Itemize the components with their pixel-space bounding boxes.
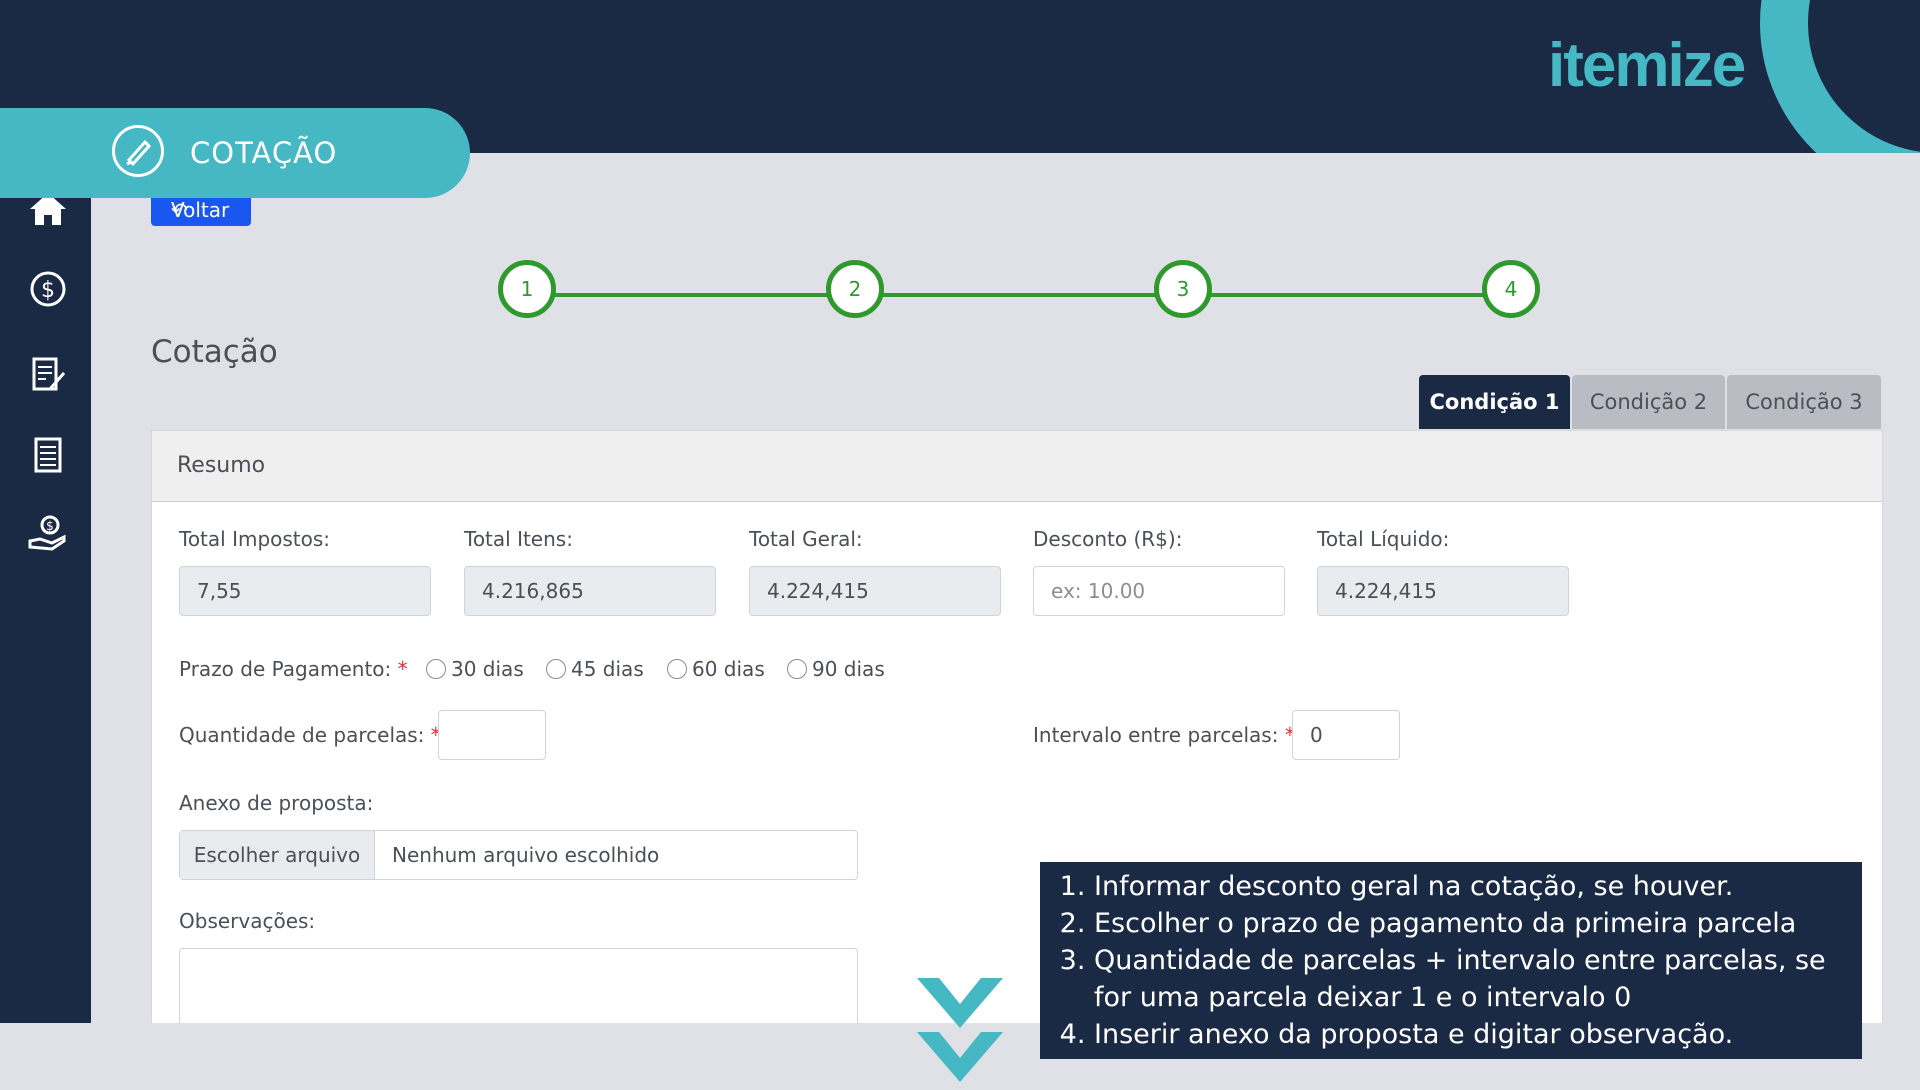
total-liquido-field: 4.224,415 [1317, 566, 1569, 616]
choose-file-button[interactable]: Escolher arquivo [180, 831, 375, 879]
file-status: Nenhum arquivo escolhido [392, 843, 660, 867]
instructions-panel: Informar desconto geral na cotação, se h… [1040, 862, 1862, 1059]
pen-icon [112, 125, 164, 177]
prazo-option-60[interactable]: 60 dias [667, 657, 765, 681]
chevron-down-icon [917, 1032, 1003, 1082]
anexo-file-input[interactable]: Escolher arquivo Nenhum arquivo escolhid… [179, 830, 858, 880]
radio-circle[interactable] [546, 659, 566, 679]
tab-condicao-1[interactable]: Condição 1 [1419, 375, 1570, 429]
chevron-down-icon [917, 978, 1003, 1028]
prazo-label-text: Prazo de Pagamento: [179, 657, 392, 681]
svg-text:$: $ [41, 278, 55, 303]
radio-circle[interactable] [787, 659, 807, 679]
card-header: Resumo [152, 431, 1882, 502]
dollar-icon[interactable]: $ [26, 267, 70, 311]
document-list-icon[interactable] [26, 433, 70, 477]
tab-condicao-3[interactable]: Condição 3 [1727, 375, 1881, 429]
desconto-input[interactable]: ex: 10.00 [1033, 566, 1285, 616]
instruction-item: Inserir anexo da proposta e digitar obse… [1094, 1016, 1842, 1053]
instructions-list: Informar desconto geral na cotação, se h… [1070, 868, 1842, 1053]
decorative-arc [1760, 0, 1920, 153]
prazo-option-30[interactable]: 30 dias [426, 657, 524, 681]
hand-money-icon[interactable]: $ [26, 511, 70, 555]
parcelas-input[interactable] [438, 710, 546, 760]
total-impostos-field: 7,55 [179, 566, 431, 616]
total-geral-field: 4.224,415 [749, 566, 1001, 616]
total-itens-label: Total Itens: [464, 527, 573, 551]
intervalo-label-text: Intervalo entre parcelas: [1033, 723, 1279, 747]
radio-circle[interactable] [667, 659, 687, 679]
instruction-item: Escolher o prazo de pagamento da primeir… [1094, 905, 1842, 942]
svg-text:$: $ [46, 519, 54, 533]
step-3[interactable]: 3 [1154, 260, 1212, 318]
edit-document-icon[interactable] [26, 353, 70, 397]
total-impostos-label: Total Impostos: [179, 527, 331, 551]
total-itens-field: 4.216,865 [464, 566, 716, 616]
observacoes-label: Observações: [179, 909, 316, 933]
total-geral-label: Total Geral: [749, 527, 863, 551]
intervalo-input[interactable]: 0 [1292, 710, 1400, 760]
required-marker: * [397, 657, 408, 681]
card-header-title: Resumo [177, 453, 266, 478]
prazo-option-90[interactable]: 90 dias [787, 657, 885, 681]
parcelas-label: Quantidade de parcelas: * [179, 723, 441, 747]
total-liquido-label: Total Líquido: [1317, 527, 1450, 551]
stepper-line [524, 293, 1509, 297]
sidebar: $ $ [0, 153, 91, 1023]
prazo-option-label: 90 dias [812, 657, 885, 681]
section-pill: COTAÇÃO [0, 108, 470, 198]
instruction-item: Informar desconto geral na cotação, se h… [1094, 868, 1842, 905]
page-title: Cotação [151, 334, 278, 370]
prazo-option-label: 30 dias [451, 657, 524, 681]
section-title: COTAÇÃO [190, 136, 338, 170]
anexo-label: Anexo de proposta: [179, 791, 374, 815]
prazo-option-label: 45 dias [571, 657, 644, 681]
prazo-label: Prazo de Pagamento: * [179, 657, 408, 681]
tab-condicao-2[interactable]: Condição 2 [1572, 375, 1725, 429]
back-label: Voltar [171, 198, 230, 222]
step-4[interactable]: 4 [1482, 260, 1540, 318]
radio-circle[interactable] [426, 659, 446, 679]
step-1[interactable]: 1 [498, 260, 556, 318]
prazo-option-label: 60 dias [692, 657, 765, 681]
desconto-label: Desconto (R$): [1033, 527, 1183, 551]
brand-logo: itemize [1548, 31, 1746, 100]
parcelas-label-text: Quantidade de parcelas: [179, 723, 425, 747]
prazo-option-45[interactable]: 45 dias [546, 657, 644, 681]
step-2[interactable]: 2 [826, 260, 884, 318]
intervalo-label: Intervalo entre parcelas: * [1033, 723, 1295, 747]
instruction-item: Quantidade de parcelas + intervalo entre… [1094, 942, 1842, 1016]
